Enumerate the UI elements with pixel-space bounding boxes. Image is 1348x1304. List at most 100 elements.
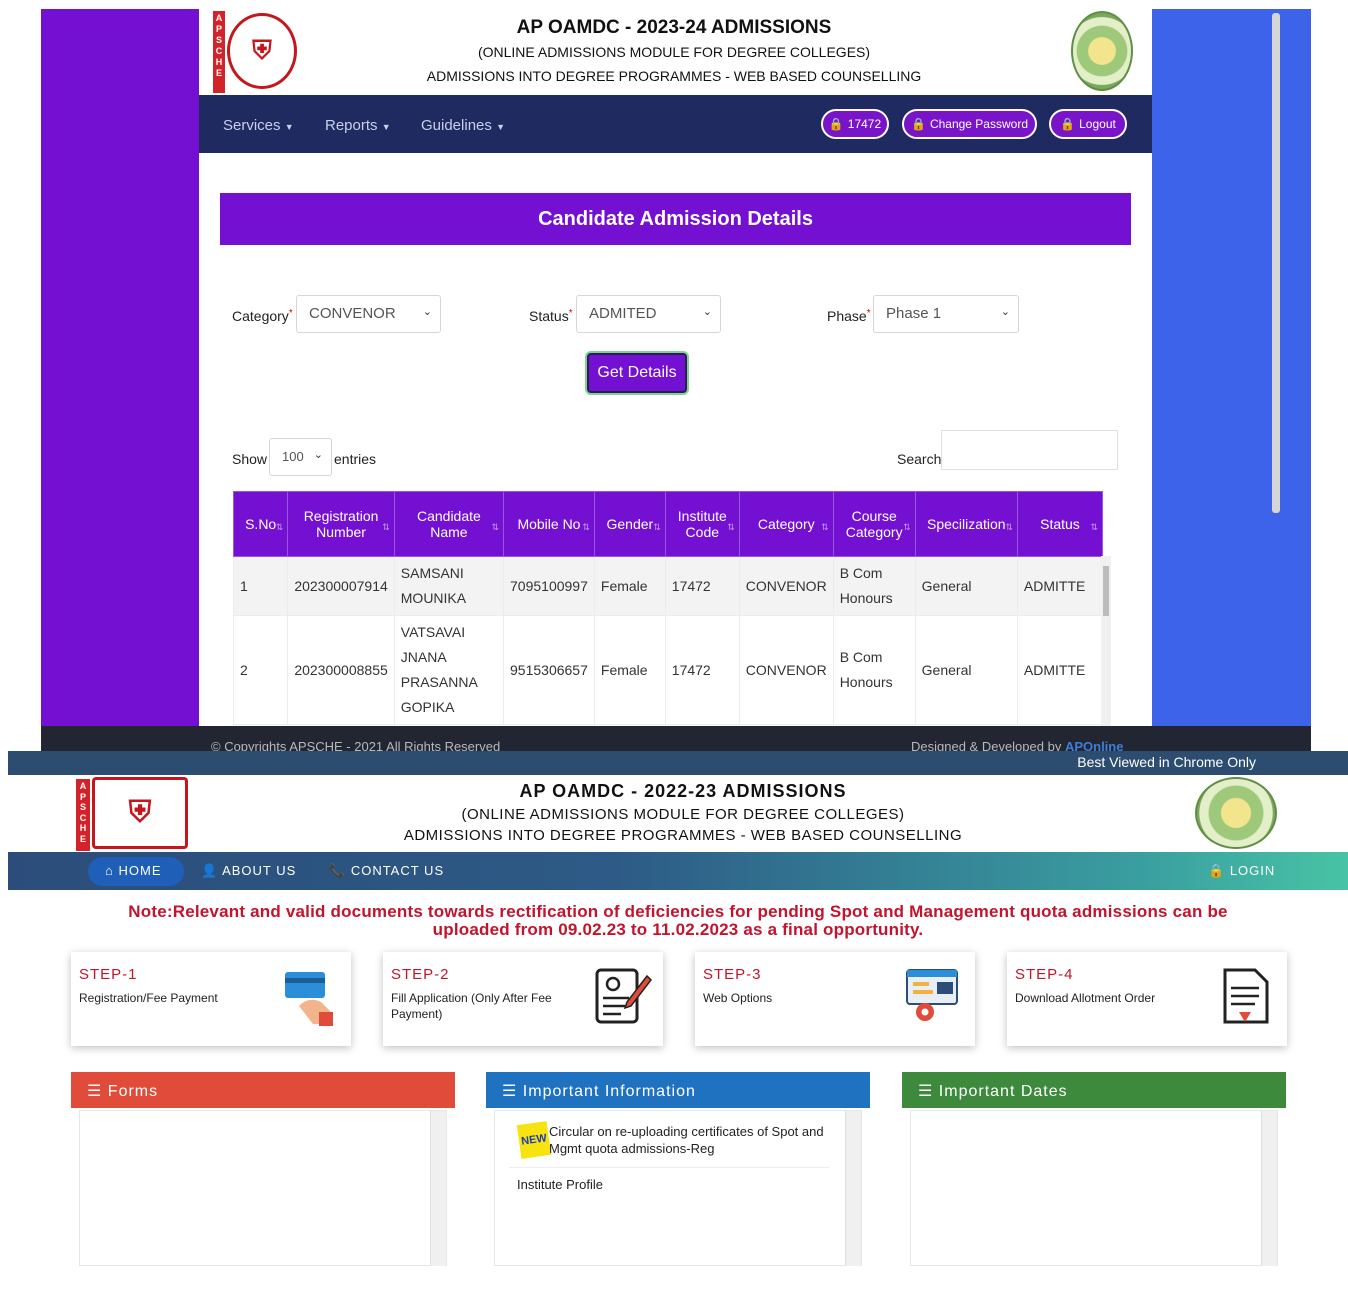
logout-button[interactable]: 🔒 Logout [1049, 109, 1127, 139]
change-password-button[interactable]: 🔒 Change Password [902, 109, 1037, 139]
column-header[interactable]: Category ⇅ [738, 491, 834, 557]
application-form-icon [595, 968, 652, 1024]
bottom-navbar: ⌂ HOME 👤 ABOUT US 📞 CONTACT US 🔒 LOGIN [8, 852, 1348, 890]
table-scrollbar-thumb[interactable] [1103, 566, 1109, 616]
table-cell: 17472 [664, 556, 740, 616]
card-payment-icon [285, 972, 333, 1026]
panel-scrollbar[interactable] [845, 1111, 861, 1266]
column-header[interactable]: Mobile No ⇅ [503, 491, 595, 557]
table-cell: 9515306657 [503, 615, 595, 725]
lock-icon: 🔒 [828, 117, 844, 131]
page-scrollbar[interactable] [1272, 13, 1280, 513]
table-header-row: S.No ⇅ Registration Number ⇅ Candidate Nam… [233, 491, 1104, 557]
category-label: Category* [232, 308, 293, 324]
table-cell: B Com Honours [832, 615, 916, 725]
list-icon: ☰ [87, 1083, 103, 1100]
column-header[interactable]: Specilization ⇅ [914, 491, 1018, 557]
category-select[interactable]: CONVENOR ⌄ [296, 295, 441, 333]
step-2-card[interactable]: STEP-2 Fill Application (Only After Fee … [383, 952, 663, 1046]
forms-panel-header: ☰ Forms [71, 1072, 455, 1108]
page-title: AP OAMDC - 2022-23 ADMISSIONS [519, 781, 847, 801]
list-icon: ☰ [918, 1083, 934, 1100]
nav-guidelines[interactable]: Guidelines ▼ [421, 117, 505, 134]
important-information-body: NEW Circular on re-uploading certificate… [494, 1110, 862, 1266]
ap-government-emblem-icon [1071, 11, 1133, 91]
nav-home[interactable]: ⌂ HOME [105, 863, 161, 878]
table-cell: CONVENOR [738, 615, 834, 725]
sort-icon: ⇅ [382, 522, 390, 532]
step-title: STEP-4 [1015, 966, 1074, 983]
table-cell: 17472 [664, 615, 740, 725]
new-badge-icon: NEW [516, 1121, 552, 1159]
column-header[interactable]: Institute Code ⇅ [664, 491, 740, 557]
table-cell: VATSAVAI JNANA PRASANNA GOPIKA [393, 615, 505, 725]
home-icon: ⌂ [105, 863, 114, 878]
top-main-content: Candidate Admission Details Category* CO… [199, 153, 1152, 754]
best-viewed-bar: Best Viewed in Chrome Only [8, 751, 1348, 775]
get-details-button[interactable]: Get Details [587, 353, 687, 393]
chevron-down-icon: ⌄ [702, 306, 712, 318]
top-navbar: Services ▼ Reports ▼ Guidelines ▼ 🔒 17472… [199, 95, 1152, 153]
step-title: STEP-3 [703, 966, 762, 983]
page-subtitle: (ONLINE ADMISSIONS MODULE FOR DEGREE COL… [477, 44, 871, 60]
top-screenshot: APSCHE ⛨ AP OAMDC - 2023-24 ADMISSIONS (… [41, 9, 1311, 754]
column-header[interactable]: Gender ⇅ [593, 491, 666, 557]
important-dates-body [910, 1110, 1278, 1266]
column-header[interactable]: Registration Number ⇅ [287, 491, 395, 557]
step-description: Fill Application (Only After Fee Payment… [391, 991, 552, 1021]
step-description: Download Allotment Order [1015, 991, 1156, 1005]
step-description: Web Options [703, 991, 773, 1005]
lock-icon: 🔒 [910, 117, 926, 131]
search-label: Search: [897, 451, 946, 467]
column-header[interactable]: S.No ⇅ [233, 491, 289, 557]
panel-scrollbar[interactable] [430, 1111, 446, 1266]
ap-government-emblem-icon [1195, 777, 1277, 849]
table-cell: Female [593, 615, 666, 725]
info-link-institute-profile[interactable]: Institute Profile [517, 1177, 603, 1192]
nav-reports[interactable]: Reports ▼ [325, 117, 391, 134]
info-link-circular[interactable]: Circular on re-uploading certificates of… [549, 1123, 829, 1157]
table-cell: B Com Honours [832, 556, 916, 616]
sort-icon: ⇅ [1090, 522, 1098, 532]
column-header[interactable]: Course Category ⇅ [832, 491, 916, 557]
sort-icon: ⇅ [275, 522, 284, 532]
nav-login[interactable]: 🔒 LOGIN [1208, 863, 1275, 879]
chevron-down-icon: ⌄ [1000, 306, 1010, 318]
show-label: Show [232, 451, 268, 467]
table-row: 1 202300007914 SAMSANI MOUNIKA 709510099… [233, 556, 1104, 616]
column-header[interactable]: Status ⇅ [1016, 491, 1104, 557]
lock-icon: 🔒 [1208, 863, 1226, 878]
entries-label: entries [334, 451, 377, 467]
sort-icon: ⇅ [653, 522, 661, 532]
user-code-button[interactable]: 🔒 17472 [821, 109, 889, 139]
step-3-card[interactable]: STEP-3 Web Options [695, 952, 975, 1046]
phase-select[interactable]: Phase 1 ⌄ [873, 295, 1019, 333]
step-1-card[interactable]: STEP-1 Registration/Fee Payment [71, 952, 351, 1046]
panel-scrollbar[interactable] [1261, 1111, 1277, 1266]
nav-services[interactable]: Services ▼ [223, 117, 294, 134]
step-4-card[interactable]: STEP-4 Download Allotment Order [1007, 952, 1287, 1046]
step-title: STEP-1 [79, 966, 138, 983]
sort-icon: ⇅ [821, 522, 829, 532]
table-cell: SAMSANI MOUNIKA [393, 556, 505, 616]
download-document-icon [1223, 968, 1269, 1024]
apsche-vertical-label: APSCHE [213, 11, 225, 93]
divider [509, 1167, 829, 1168]
table-cell: 7095100997 [503, 556, 595, 616]
top-footer: © Copyrights APSCHE - 2021 All Rights Re… [41, 726, 1311, 754]
notice-line-2: uploaded from 09.02.23 to 11.02.2023 as … [432, 920, 924, 939]
table-cell: ADMITTE [1016, 615, 1104, 725]
search-input[interactable] [941, 430, 1118, 470]
sort-icon: ⇅ [727, 522, 735, 532]
candidate-details-heading: Candidate Admission Details [220, 193, 1131, 245]
nav-about-us[interactable]: 👤 ABOUT US [201, 863, 296, 879]
table-cell: 1 [233, 556, 289, 616]
chevron-down-icon: ⌄ [422, 306, 432, 318]
column-header[interactable]: Candidate Name ⇅ [393, 491, 505, 557]
status-select[interactable]: ADMITED ⌄ [576, 295, 721, 333]
nav-contact-us[interactable]: 📞 CONTACT US [329, 863, 444, 879]
table-cell: ADMITTE [1016, 556, 1104, 616]
entries-select[interactable]: 100 ⌄ [269, 438, 332, 476]
sort-icon: ⇅ [582, 522, 590, 532]
best-viewed-text: Best Viewed in Chrome Only [1077, 754, 1256, 770]
